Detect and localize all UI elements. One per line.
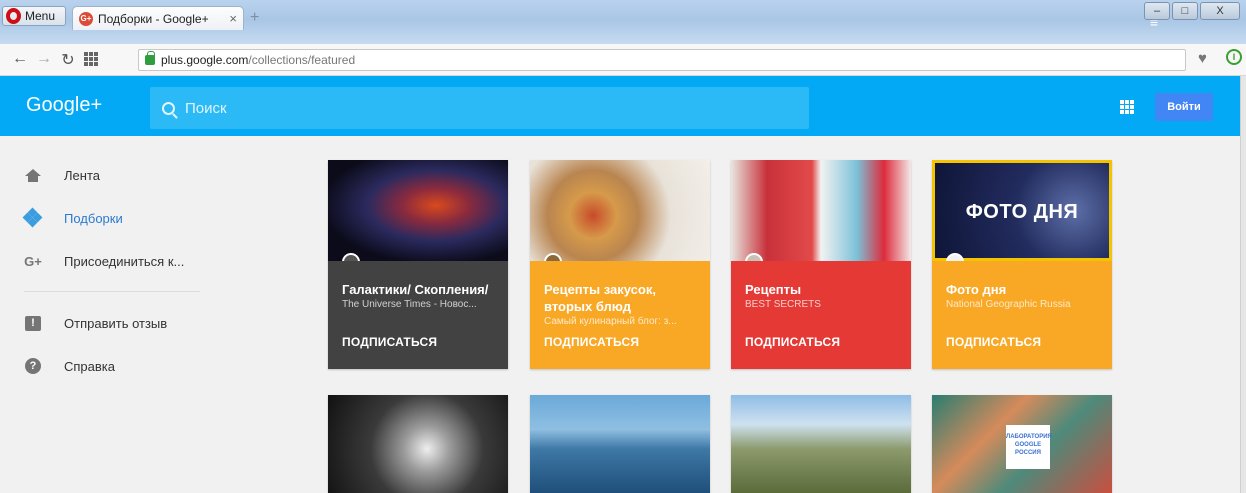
home-icon <box>25 168 41 182</box>
card-title: Рецепты <box>745 282 802 297</box>
maximize-button[interactable]: □ <box>1172 2 1198 20</box>
window-controls: – □ X <box>1144 2 1240 20</box>
card-footer: Рецепты BEST SECRETS ПОДПИСАТЬСЯ <box>731 261 911 369</box>
url-field[interactable]: plus.google.com /collections/featured <box>138 49 1186 71</box>
follow-button[interactable]: ПОДПИСАТЬСЯ <box>342 335 437 349</box>
sidebar-item-label: Присоединиться к... <box>64 253 185 269</box>
card-image-caption: ФОТО ДНЯ <box>965 201 1079 223</box>
card-subtitle: Самый кулинарный блог: з... <box>544 316 677 327</box>
speed-dial-icon[interactable] <box>84 52 98 66</box>
sidebar-item-join[interactable]: G+ Присоединиться к... <box>24 249 184 273</box>
signin-button[interactable]: Войти <box>1155 93 1213 121</box>
collection-card-galaxies[interactable]: Галактики/ Скопления/ The Universe Times… <box>328 160 508 369</box>
sidebar-item-label: Справка <box>64 358 115 374</box>
collections-icon <box>22 207 43 228</box>
help-icon: ? <box>25 358 41 374</box>
card-subtitle: National Geographic Russia <box>946 299 1071 310</box>
reload-icon[interactable]: ↻ <box>58 50 78 70</box>
collection-card-snack-recipes[interactable]: Рецепты закусок, вторых блюд Самый кулин… <box>530 160 710 369</box>
close-window-button[interactable]: X <box>1200 2 1240 20</box>
card-subtitle: BEST SECRETS <box>745 299 821 310</box>
card-title: Галактики/ Скопления/ <box>342 282 489 297</box>
sidebar-item-feedback[interactable]: ! Отправить отзыв <box>24 311 167 335</box>
card-title: Фото дня <box>946 282 1007 297</box>
google-plus-icon: G+ <box>24 253 42 269</box>
url-path: /collections/featured <box>248 53 356 67</box>
browser-tab[interactable]: G+ Подборки - Google+ × <box>72 6 244 30</box>
card-footer: Галактики/ Скопления/ The Universe Times… <box>328 261 508 369</box>
gplus-logo[interactable]: Google+ <box>26 94 102 117</box>
new-tab-button[interactable]: + <box>250 10 268 26</box>
card-image <box>731 160 911 261</box>
back-arrow-icon[interactable]: ← <box>10 50 30 68</box>
google-plus-favicon-icon: G+ <box>79 11 93 26</box>
browser-titlebar: Menu G+ Подборки - Google+ × + ≡ – □ X <box>0 0 1246 44</box>
url-host: plus.google.com <box>161 53 249 67</box>
card-image <box>328 160 508 261</box>
sidebar-item-help[interactable]: ? Справка <box>24 354 115 378</box>
menu-label: Menu <box>25 9 56 23</box>
sidebar-item-feed[interactable]: Лента <box>24 163 100 187</box>
card-subtitle: The Universe Times - Новос... <box>342 299 477 310</box>
gplus-header: Google+ Поиск Войти <box>0 76 1240 136</box>
follow-button[interactable]: ПОДПИСАТЬСЯ <box>745 335 840 349</box>
secure-lock-icon <box>145 51 155 65</box>
card-footer: Фото дня National Geographic Russia ПОДП… <box>932 261 1112 369</box>
follow-button[interactable]: ПОДПИСАТЬСЯ <box>946 335 1041 349</box>
address-toolbar: ← → ↻ plus.google.com /collections/featu… <box>0 44 1246 76</box>
forward-arrow-icon[interactable]: → <box>34 50 54 68</box>
sidebar-item-label: Отправить отзыв <box>64 315 168 331</box>
collection-card-diamonds[interactable] <box>328 395 508 493</box>
sidebar-divider <box>24 291 200 292</box>
card-image <box>731 395 911 493</box>
card-image <box>530 160 710 261</box>
feedback-icon: ! <box>25 315 41 331</box>
collection-card-photo-of-day[interactable]: ФОТО ДНЯ Фото дня National Geographic Ru… <box>932 160 1112 369</box>
card-image <box>530 395 710 493</box>
collection-card-castle[interactable] <box>530 395 710 493</box>
power-icon[interactable]: I <box>1226 49 1242 65</box>
scrollbar[interactable] <box>1240 76 1246 493</box>
opera-menu-button[interactable]: Menu <box>2 6 66 26</box>
collection-card-recipes[interactable]: Рецепты BEST SECRETS ПОДПИСАТЬСЯ <box>731 160 911 369</box>
search-placeholder: Поиск <box>185 99 227 117</box>
collection-card-mountains[interactable] <box>731 395 911 493</box>
apps-grid-icon[interactable] <box>1120 100 1134 114</box>
sidebar-item-label: Подборки <box>64 210 123 226</box>
card-footer: Рецепты закусок, вторых блюд Самый кулин… <box>530 261 710 369</box>
sidebar-item-label: Лента <box>64 167 100 183</box>
card-image: ФОТО ДНЯ <box>932 160 1112 261</box>
heart-icon[interactable]: ♥ <box>1198 50 1207 67</box>
sidebar-item-collections[interactable]: Подборки <box>22 206 123 230</box>
card-title: Рецепты закусок, вторых блюд <box>544 282 656 314</box>
card-image-sign: ЛАБОРАТОРИЯ GOOGLE РОССИЯ <box>1006 425 1052 469</box>
opera-logo-icon <box>6 8 21 24</box>
card-image <box>328 395 508 493</box>
minimize-button[interactable]: – <box>1144 2 1170 20</box>
search-icon <box>162 101 175 115</box>
tab-title: Подборки - Google+ <box>98 11 209 26</box>
tab-close-icon[interactable]: × <box>229 11 237 26</box>
search-input[interactable]: Поиск <box>150 87 809 129</box>
follow-button[interactable]: ПОДПИСАТЬСЯ <box>544 335 639 349</box>
